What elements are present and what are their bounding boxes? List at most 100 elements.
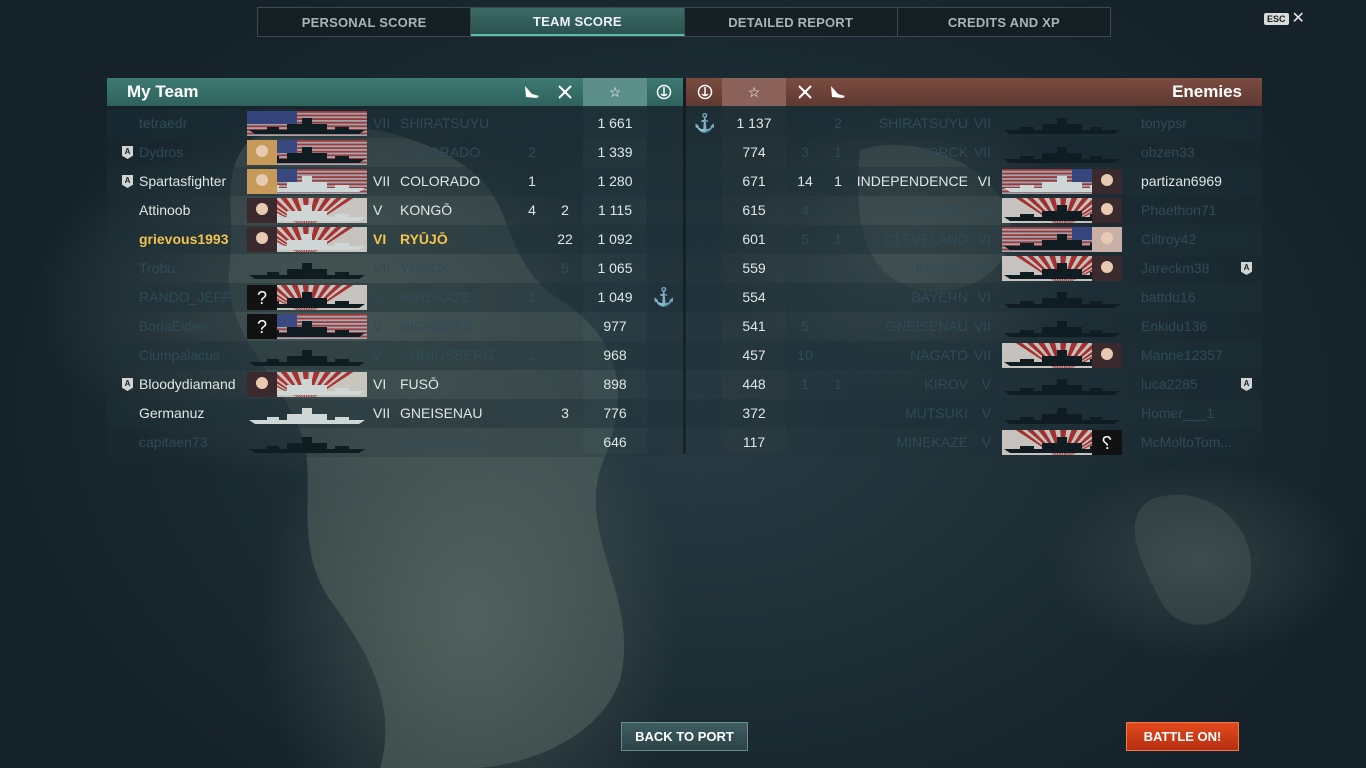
player-name: Germanuz (139, 405, 205, 421)
tab-detailed-report[interactable]: DETAILED REPORT (685, 8, 898, 36)
plane-kills-icon[interactable] (517, 78, 547, 106)
ship-name: SHIRATSUYU (878, 115, 968, 131)
enemy-row[interactable]: 457 10 NAGATO VII Manne12357 (686, 341, 1262, 370)
my-team-row[interactable]: RANDO_JEFF? V MINEKAZE 1 1 049 ⚓ (107, 283, 683, 312)
ship-name: NICHOLAS (400, 318, 472, 334)
anchor-icon (649, 399, 679, 428)
tab-team-score[interactable]: TEAM SCORE (471, 8, 685, 36)
plane-kills-value: 1 (834, 173, 842, 189)
base-capture-icon[interactable] (690, 78, 720, 106)
anchor-icon (649, 341, 679, 370)
my-team-row[interactable]: Attinoob V KONGŌ 4 2 1 115 (107, 196, 683, 225)
enemy-row[interactable]: 615 4 NAGATO VII Phaethon71 (686, 196, 1262, 225)
tab-credits-and-xp[interactable]: CREDITS AND XP (898, 8, 1110, 36)
player-name: tonypsr (1141, 115, 1187, 131)
ship-kills-value (550, 109, 580, 138)
battle-on-button[interactable]: BATTLE ON! (1126, 722, 1239, 751)
enemy-row[interactable]: 117 MINEKAZE V? McMoltoTom... (686, 428, 1262, 457)
score-value: 977 (603, 318, 627, 334)
player-name: grievous1993 (139, 231, 229, 247)
plane-kills-value: 1 (528, 318, 536, 334)
my-team-row[interactable]: capitaen73 VI HATSUHARU 646 (107, 428, 683, 457)
esc-key-label: ESC (1264, 13, 1289, 25)
player-name: obzen33 (1141, 144, 1195, 160)
ship-silhouette: ? (247, 314, 367, 339)
score-value: 776 (603, 405, 627, 421)
my-team-row[interactable]: A Spartasfighter VII COLORADO 1 1 280 (107, 167, 683, 196)
plane-kills-value (517, 370, 547, 399)
ship-silhouette (1002, 343, 1122, 368)
anchor-icon (649, 196, 679, 225)
plane-kills-value (517, 225, 547, 254)
close-icon: ✕ (1291, 10, 1305, 27)
star-icon[interactable]: ☆ (722, 78, 786, 106)
score-value: 968 (603, 347, 627, 363)
my-team-row[interactable]: A Dydros VII COLORADO 2 1 339 (107, 138, 683, 167)
ship-kills-value: 4 (801, 202, 809, 218)
ship-name: INDEPENDENCE (856, 173, 968, 189)
score-value: 615 (742, 202, 766, 218)
ship-kills-value: 5 (801, 231, 809, 247)
enemy-row[interactable]: 559 KONGŌ V Jareckm38 A (686, 254, 1262, 283)
ship-kills-value: 3 (801, 144, 809, 160)
ship-kills-value: 10 (797, 347, 813, 363)
svg-text:?: ? (257, 288, 267, 308)
plane-kills-value: 4 (528, 202, 536, 218)
enemy-row[interactable]: 554 BAYERN VI battdu16 (686, 283, 1262, 312)
ship-kills-value: 1 (801, 376, 809, 392)
my-team-row[interactable]: Ciumpalacus V KÖNIGSBERG 1 968 (107, 341, 683, 370)
player-name: Manne12357 (1141, 347, 1223, 363)
ship-kills-value (550, 283, 580, 312)
enemy-row[interactable]: 448 1 1 KIROV Vluca2285 A (686, 370, 1262, 399)
anchor-icon (690, 399, 720, 428)
my-team-row[interactable]: Trobu VII YORCK 5 1 065 (107, 254, 683, 283)
player-name: BoriaEiden (139, 318, 208, 334)
ship-name: MUTSUKI (905, 405, 968, 421)
enemy-row[interactable]: 671 14 1 INDEPENDENCE VI partizan6969 (686, 167, 1262, 196)
score-value: 898 (603, 376, 627, 392)
score-value: 1 065 (597, 260, 633, 276)
my-team-row[interactable]: grievous1993 VI RYŪJŌ 22 1 092 (107, 225, 683, 254)
my-team-row[interactable]: A Bloodydiamand VI FUSŌ 898 (107, 370, 683, 399)
score-value: 671 (742, 173, 766, 189)
enemy-row[interactable]: ⚓ 1 137 2 SHIRATSUYU VII tonypsr (686, 109, 1262, 138)
plane-kills-value (823, 254, 853, 283)
tab-personal-score[interactable]: PERSONAL SCORE (258, 8, 472, 36)
anchor-icon (690, 138, 720, 167)
my-team-row[interactable]: Germanuz VII GNEISENAU 3 776 (107, 399, 683, 428)
ship-name: SHIRATSUYU (400, 115, 490, 131)
my-team-row[interactable]: BoriaEiden? V NICHOLAS 1 977 (107, 312, 683, 341)
enemy-row[interactable]: 601 5 1 CLEVELAND VI Ciltroy42 (686, 225, 1262, 254)
enemy-row[interactable]: 541 5 GNEISENAU VII Enkidu136 (686, 312, 1262, 341)
division-badge: A (1241, 262, 1252, 275)
star-icon[interactable]: ☆ (583, 78, 647, 106)
ship-kills-icon[interactable] (550, 78, 580, 106)
score-value: 774 (742, 144, 766, 160)
close-button[interactable]: ESC ✕ (1264, 10, 1305, 27)
back-to-port-button[interactable]: BACK TO PORT (621, 722, 748, 751)
enemy-row[interactable]: 774 3 1 YORCK VII obzen33 (686, 138, 1262, 167)
anchor-icon (649, 254, 679, 283)
ship-name: YORCK (400, 260, 450, 276)
ship-name: COLORADO (400, 144, 481, 160)
ship-name: KÖNIGSBERG (400, 347, 495, 363)
my-team-row[interactable]: tetraedr VII SHIRATSUYU 1 661 (107, 109, 683, 138)
plane-kills-value (517, 109, 547, 138)
player-name: Attinoob (139, 202, 191, 218)
player-name: McMoltoTom... (1141, 434, 1233, 450)
ship-name: NAGATO (910, 202, 968, 218)
base-capture-icon[interactable] (649, 78, 679, 106)
enemy-row[interactable]: 372 MUTSUKI V Homer___1 (686, 399, 1262, 428)
score-value: 457 (742, 347, 766, 363)
ship-kills-icon[interactable] (790, 78, 820, 106)
player-name: Dydros (139, 144, 184, 160)
svg-text:?: ? (257, 317, 267, 337)
ship-silhouette: ? (1002, 430, 1122, 455)
plane-kills-value: 2 (834, 115, 842, 131)
ship-silhouette (247, 198, 367, 223)
score-value: 1 092 (597, 231, 633, 247)
plane-kills-icon[interactable] (823, 78, 853, 106)
anchor-icon (649, 167, 679, 196)
ship-tier: VI (977, 173, 991, 189)
ship-name: GNEISENAU (885, 318, 968, 334)
